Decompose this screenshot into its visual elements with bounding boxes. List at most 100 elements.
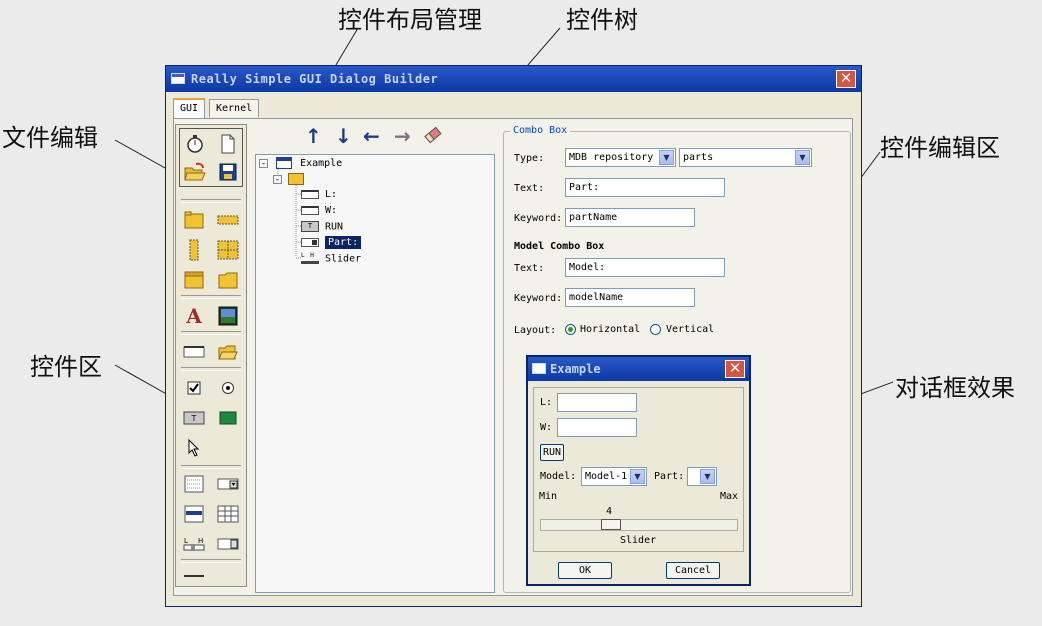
tree-item-label: RUN	[325, 221, 344, 233]
model-text-label: Text:	[514, 263, 545, 274]
layout-vertical-label[interactable]: Vertical	[666, 324, 714, 335]
image-icon[interactable]	[217, 305, 239, 327]
type-source-value: parts	[683, 152, 714, 163]
preview-slider[interactable]	[540, 519, 738, 531]
window-app-icon	[171, 73, 185, 84]
keyword-label: Keyword:	[514, 213, 563, 224]
folder-group-icon[interactable]	[217, 269, 239, 291]
pointer-icon[interactable]	[183, 437, 205, 459]
tree-item-label: Part:	[325, 236, 362, 249]
chevron-down-icon[interactable]: ▼	[630, 469, 645, 484]
up-arrow-icon[interactable]: ↑	[305, 126, 322, 146]
layout-horizontal-radio[interactable]	[565, 324, 576, 335]
file-browse-icon[interactable]	[217, 341, 239, 363]
tree-item-label: W:	[325, 205, 338, 216]
push-button-icon[interactable]: T	[183, 407, 205, 429]
eraser-icon[interactable]	[422, 124, 444, 146]
file-tools-group	[179, 128, 243, 187]
tree-item-label: L:	[325, 189, 338, 200]
preview-model-combo[interactable]: Model-1 ▼	[581, 467, 647, 486]
separator-line-icon[interactable]	[183, 565, 205, 587]
down-arrow-icon[interactable]: ↓	[335, 126, 352, 146]
caption-file-edit: 文件编辑	[2, 124, 98, 152]
control-tree: - Example - L: W: T RUN Part: L H Slider	[255, 154, 495, 593]
preview-w-field[interactable]	[557, 418, 637, 437]
radio-button-icon[interactable]	[217, 377, 239, 399]
layout-vertical-radio[interactable]	[650, 324, 661, 335]
selection-list-icon[interactable]	[183, 503, 205, 525]
preview-dialog: Example ✕ L: W: RUN Model: Model-1 ▼ Par…	[526, 355, 751, 586]
model-text-field[interactable]: Model:	[565, 258, 725, 277]
label-text-icon[interactable]: A	[183, 304, 205, 328]
type-combo-value: MDB repository	[569, 152, 654, 163]
preview-l-field[interactable]	[557, 393, 637, 412]
window-title: Really Simple GUI Dialog Builder	[191, 72, 439, 86]
svg-text:H: H	[198, 537, 203, 545]
type-source-combo[interactable]: parts ▼	[679, 148, 812, 167]
type-combo[interactable]: MDB repository ▼	[565, 148, 676, 167]
preview-slider-label: Slider	[620, 535, 657, 546]
stopwatch-icon[interactable]	[184, 133, 206, 155]
caption-dialog-effect: 对话框效果	[895, 374, 1015, 402]
main-window: Really Simple GUI Dialog Builder ✕ GUI K…	[165, 65, 862, 607]
open-folder-icon[interactable]	[184, 161, 206, 183]
tab-page-icon[interactable]	[183, 209, 205, 231]
save-disk-icon[interactable]	[217, 161, 239, 183]
model-keyword-label: Keyword:	[514, 293, 563, 304]
toolbox-separator	[181, 465, 241, 469]
chevron-down-icon[interactable]: ▼	[795, 150, 810, 165]
groupbox-title: Combo Box	[510, 125, 571, 136]
tab-kernel[interactable]: Kernel	[209, 99, 260, 117]
toolbox-separator	[181, 367, 241, 371]
layout-horizontal-label[interactable]: Horizontal	[580, 324, 640, 335]
toolbox: A T LH	[175, 124, 247, 587]
left-arrow-icon[interactable]: ←	[363, 126, 380, 146]
preview-titlebar: Example ✕	[528, 357, 749, 381]
text-field-icon[interactable]	[183, 341, 205, 363]
caption-layout-management: 控件布局管理	[338, 6, 482, 34]
right-arrow-icon[interactable]: →	[394, 126, 411, 146]
horizontal-group-icon[interactable]	[217, 209, 239, 231]
preview-max-label: Max	[720, 491, 739, 502]
window-titlebar: Really Simple GUI Dialog Builder ✕	[166, 66, 861, 92]
type-label: Type:	[514, 153, 545, 164]
preview-part-label: Part:	[654, 471, 685, 482]
keyword-field[interactable]: partName	[565, 208, 695, 227]
vertical-group-icon[interactable]	[183, 239, 205, 261]
toolbox-separator	[181, 199, 241, 203]
toolbox-separator	[181, 559, 241, 563]
color-swatch-icon[interactable]	[217, 407, 239, 429]
preview-close-button[interactable]: ✕	[725, 360, 745, 378]
svg-text:T: T	[191, 414, 197, 423]
grid-group-icon[interactable]	[217, 239, 239, 261]
caption-control-edit-area: 控件编辑区	[880, 134, 1000, 162]
text-field[interactable]: Part:	[565, 178, 725, 197]
preview-slider-thumb[interactable]	[601, 519, 621, 530]
preview-w-label: W:	[540, 422, 553, 433]
chevron-down-icon[interactable]: ▼	[700, 469, 715, 484]
model-keyword-field[interactable]: modelName	[565, 288, 695, 307]
tab-gui[interactable]: GUI	[173, 98, 206, 118]
svg-text:L: L	[184, 537, 188, 545]
model-section-title: Model Combo Box	[514, 241, 605, 252]
combo-box-icon[interactable]	[217, 473, 239, 495]
preview-part-combo[interactable]: ▼	[687, 467, 717, 486]
new-file-icon[interactable]	[217, 133, 239, 155]
preview-ok-button[interactable]: OK	[558, 562, 612, 579]
layout-label: Layout:	[514, 325, 557, 336]
toolbox-separator	[181, 331, 241, 335]
tree-connector-lines	[277, 167, 301, 259]
checkbox-icon[interactable]	[183, 377, 205, 399]
window-close-button[interactable]: ✕	[836, 70, 856, 88]
caption-control-tree: 控件树	[566, 6, 638, 34]
text-label: Text:	[514, 183, 545, 194]
slider-icon[interactable]: LH	[183, 533, 205, 555]
chevron-down-icon[interactable]: ▼	[659, 150, 674, 165]
spinner-icon[interactable]	[217, 533, 239, 555]
preview-run-button[interactable]: RUN	[540, 444, 564, 461]
preview-slider-value: 4	[606, 506, 613, 517]
list-box-icon[interactable]	[183, 473, 205, 495]
preview-cancel-button[interactable]: Cancel	[666, 562, 720, 579]
frame-group-icon[interactable]	[183, 269, 205, 291]
table-icon[interactable]	[217, 503, 239, 525]
